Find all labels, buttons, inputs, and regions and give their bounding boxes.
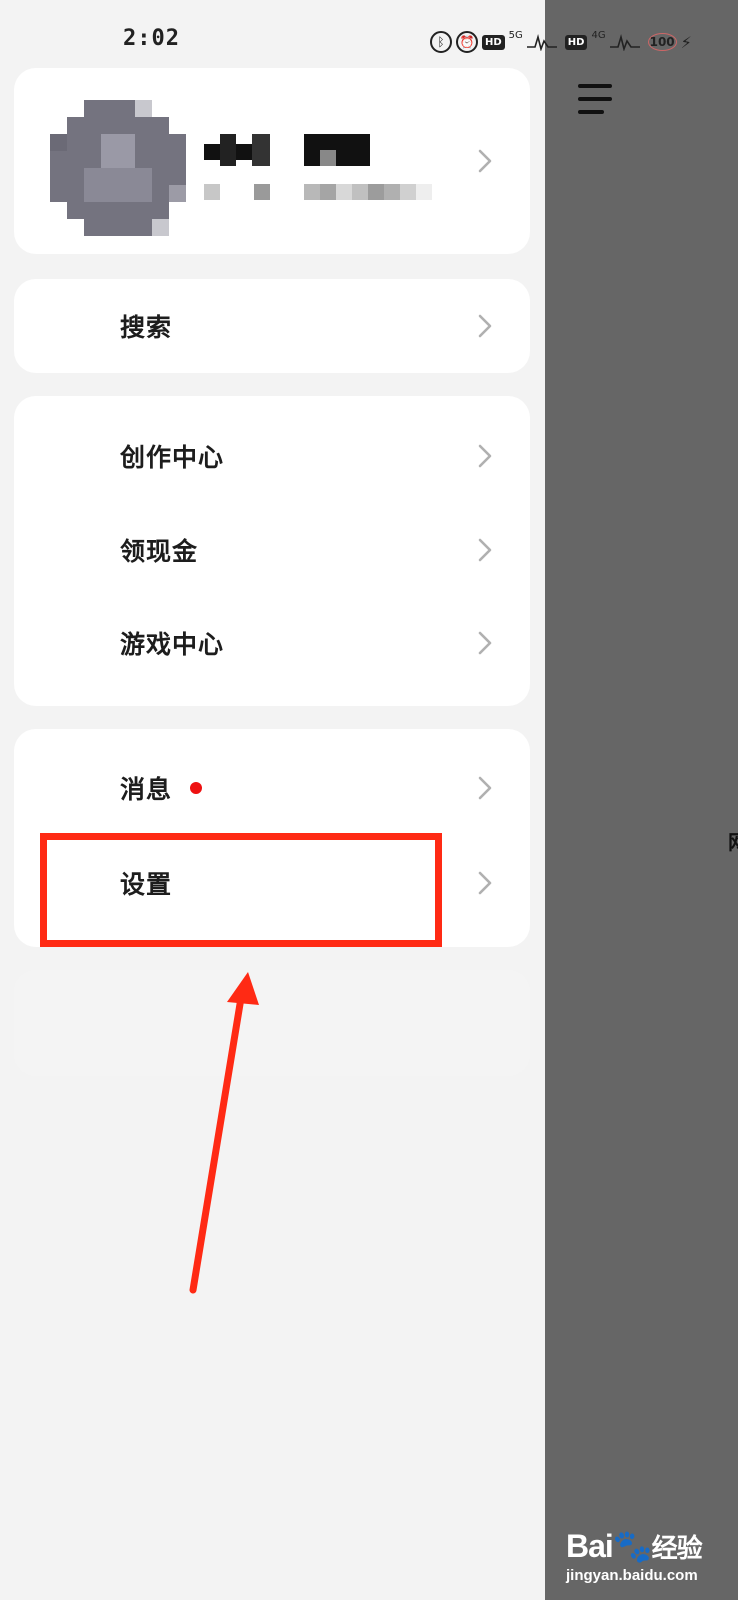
menu-item-label: 游戏中心 (120, 630, 225, 659)
profile-card[interactable] (14, 68, 530, 254)
empty-card (14, 970, 530, 1076)
chevron-right-icon (478, 444, 492, 468)
network-type-label: 4G (591, 29, 606, 41)
baidu-watermark: Bai🐾经验 jingyan.baidu.com (566, 1527, 703, 1584)
menu-item-search[interactable]: 搜索 (14, 296, 530, 356)
menu-item-creator-center[interactable]: 创作中心 (14, 426, 530, 486)
watermark-brand: Bai (566, 1528, 614, 1564)
menu-item-cash[interactable]: 领现金 (14, 520, 530, 580)
hamburger-menu-icon[interactable] (578, 84, 612, 114)
menu-item-label: 领现金 (120, 537, 199, 566)
background-scrim[interactable] (545, 0, 738, 1600)
network-type-label: 5G (508, 29, 523, 41)
hd-icon: HD (482, 34, 505, 50)
status-icons: ᛒ ⏰ HD 5G HD 4G 100 ⚡ (430, 28, 692, 56)
bluetooth-icon: ᛒ (430, 31, 452, 53)
unread-badge (190, 782, 202, 794)
menu-item-game-center[interactable]: 游戏中心 (14, 613, 530, 673)
chevron-right-icon (478, 871, 492, 895)
chevron-right-icon (478, 314, 492, 338)
menu-item-label: 搜索 (120, 313, 173, 342)
chevron-right-icon (478, 631, 492, 655)
services-card: 创作中心 领现金 游戏中心 (14, 396, 530, 706)
charging-icon: ⚡ (680, 32, 692, 52)
menu-item-messages[interactable]: 消息 (14, 758, 530, 818)
hd-icon: HD (564, 34, 588, 50)
avatar (50, 100, 186, 236)
watermark-suffix: 经验 (651, 1533, 703, 1563)
signal-icon (609, 33, 640, 51)
alarm-icon: ⏰ (456, 31, 478, 53)
search-card: 搜索 (14, 279, 530, 373)
chevron-right-icon (478, 538, 492, 562)
menu-item-label: 消息 (120, 775, 173, 804)
profile-name-blurred (204, 134, 432, 200)
signal-icon (526, 33, 557, 51)
watermark-url: jingyan.baidu.com (566, 1567, 698, 1584)
partial-text: 网 (728, 826, 738, 855)
menu-item-label: 创作中心 (120, 443, 225, 472)
chevron-right-icon (478, 776, 492, 800)
chevron-right-icon (478, 149, 492, 173)
battery-icon: 100 (647, 33, 677, 51)
highlight-box (40, 833, 442, 947)
paw-logo-icon: 🐾 (612, 1528, 653, 1564)
status-time: 2:02 (123, 26, 180, 51)
